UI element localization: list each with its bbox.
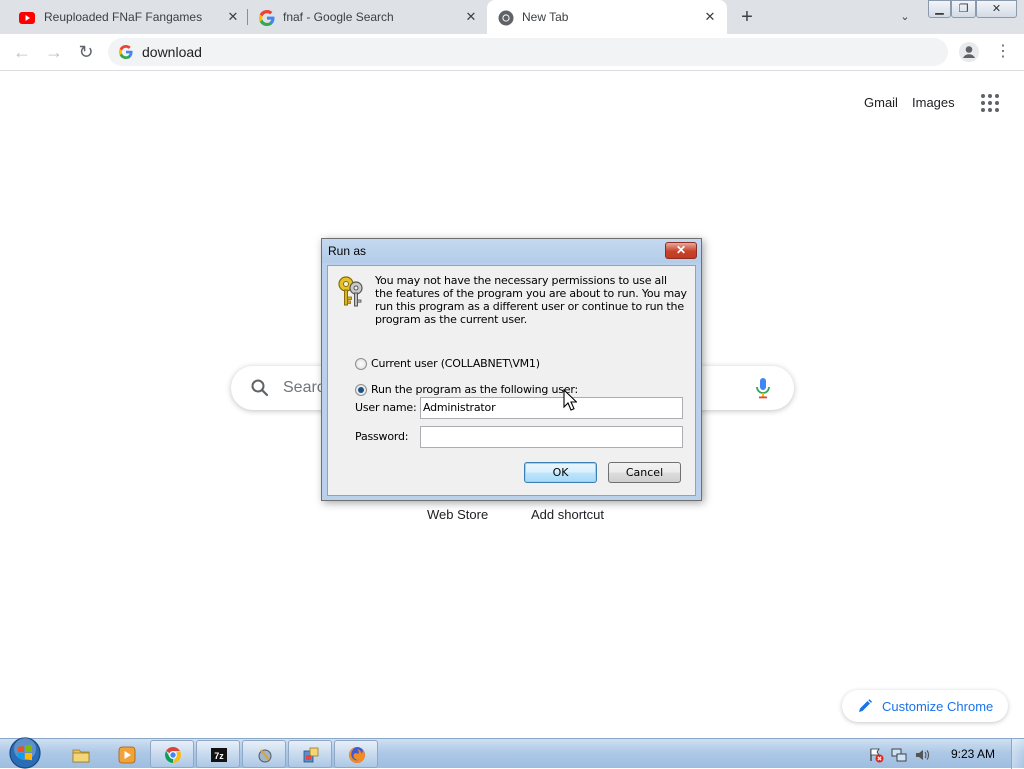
tab-youtube[interactable]: Reuploaded FNaF Fangames - Yo ✕ xyxy=(0,0,248,34)
gmail-link[interactable]: Gmail xyxy=(864,95,898,110)
shortcut-web-store[interactable]: Web Store xyxy=(427,507,488,522)
dialog-title: Run as xyxy=(328,244,367,258)
username-label: User name: xyxy=(355,401,417,414)
taskbar-firefox-button[interactable] xyxy=(334,740,378,768)
shortcut-add-shortcut[interactable]: Add shortcut xyxy=(531,507,604,522)
tab-new-tab[interactable]: New Tab ✕ xyxy=(487,0,727,34)
7zip-icon: 7z xyxy=(211,748,227,762)
search-icon xyxy=(251,379,269,397)
firefox-icon xyxy=(349,747,365,763)
username-field[interactable]: Administrator xyxy=(420,397,683,419)
media-player-icon xyxy=(118,746,136,764)
forward-arrow-icon[interactable]: → xyxy=(44,42,64,62)
show-desktop-button[interactable] xyxy=(1011,739,1024,769)
google-icon xyxy=(119,45,133,59)
current-user-radio[interactable] xyxy=(355,358,367,370)
tab-search-chevron-icon[interactable]: ⌄ xyxy=(897,9,913,25)
address-bar[interactable]: download xyxy=(108,38,948,66)
folder-icon xyxy=(72,749,90,763)
window-minimize-button[interactable]: ▁ xyxy=(928,0,951,18)
taskbar-tool-button[interactable] xyxy=(242,740,286,768)
images-link[interactable]: Images xyxy=(912,95,955,110)
customize-chrome-button[interactable]: Customize Chrome xyxy=(842,690,1008,722)
address-bar-text[interactable]: download xyxy=(142,45,202,60)
taskbar-explorer-button[interactable] xyxy=(58,740,102,768)
run-as-dialog: Run as ✕ You may not have the necessary … xyxy=(321,238,702,501)
kebab-menu-icon[interactable]: ⋮ xyxy=(993,42,1013,62)
action-center-flag-icon[interactable] xyxy=(868,747,884,763)
windows-taskbar: 7z 9:23 AM xyxy=(0,737,1024,769)
tab-close-icon[interactable]: ✕ xyxy=(702,9,718,25)
tab-google-search[interactable]: fnaf - Google Search ✕ xyxy=(248,0,486,34)
taskbar-chrome-button[interactable] xyxy=(150,740,194,768)
pencil-icon xyxy=(859,699,872,712)
ok-button[interactable]: OK xyxy=(524,462,597,483)
mouse-cursor-icon xyxy=(563,389,577,411)
customize-chrome-label: Customize Chrome xyxy=(882,699,994,714)
current-user-label: Current user (COLLABNET\VM1) xyxy=(371,357,540,370)
youtube-icon xyxy=(19,12,35,24)
password-field[interactable] xyxy=(420,426,683,448)
window-restore-button[interactable]: ❐ xyxy=(951,0,976,18)
chrome-icon xyxy=(498,10,514,26)
other-user-label: Run the program as the following user: xyxy=(371,383,578,396)
installer-icon xyxy=(303,747,319,763)
taskbar-clock[interactable]: 9:23 AM xyxy=(951,747,995,761)
keys-icon xyxy=(338,276,363,307)
browser-toolbar: ← → ↻ download ⋮ xyxy=(0,34,1024,71)
apps-grid-icon[interactable] xyxy=(980,93,1000,113)
google-icon xyxy=(259,10,275,26)
taskbar-media-player-button[interactable] xyxy=(104,740,148,768)
svg-text:7z: 7z xyxy=(214,751,224,761)
taskbar-7zip-button[interactable]: 7z xyxy=(196,740,240,768)
taskbar-installer-button[interactable] xyxy=(288,740,332,768)
dialog-title-bar[interactable]: Run as ✕ xyxy=(322,239,701,263)
tab-strip: Reuploaded FNaF Fangames - Yo ✕ fnaf - G… xyxy=(0,0,1024,34)
system-tray: 9:23 AM xyxy=(862,739,1022,769)
profile-avatar-icon[interactable] xyxy=(959,42,979,62)
reload-icon[interactable]: ↻ xyxy=(76,42,96,62)
dialog-close-button[interactable]: ✕ xyxy=(665,242,697,259)
tool-icon xyxy=(258,749,272,763)
tab-close-icon[interactable]: ✕ xyxy=(225,9,241,25)
network-icon[interactable] xyxy=(891,747,907,763)
password-label: Password: xyxy=(355,430,409,443)
volume-icon[interactable] xyxy=(914,747,930,763)
tab-title: Reuploaded FNaF Fangames - Yo xyxy=(44,10,204,24)
microphone-icon[interactable] xyxy=(754,377,772,399)
new-tab-plus-icon[interactable]: + xyxy=(737,7,757,27)
dialog-message: You may not have the necessary permissio… xyxy=(375,274,687,326)
dialog-body: You may not have the necessary permissio… xyxy=(327,265,696,496)
window-close-button[interactable]: ✕ xyxy=(976,0,1017,18)
tab-title: New Tab xyxy=(522,10,569,24)
chrome-icon xyxy=(165,747,181,763)
tab-close-icon[interactable]: ✕ xyxy=(463,9,479,25)
other-user-radio[interactable] xyxy=(355,384,367,396)
cancel-button[interactable]: Cancel xyxy=(608,462,681,483)
windows-start-orb-icon[interactable] xyxy=(6,737,44,769)
tab-title: fnaf - Google Search xyxy=(283,10,394,24)
back-arrow-icon[interactable]: ← xyxy=(12,42,32,62)
